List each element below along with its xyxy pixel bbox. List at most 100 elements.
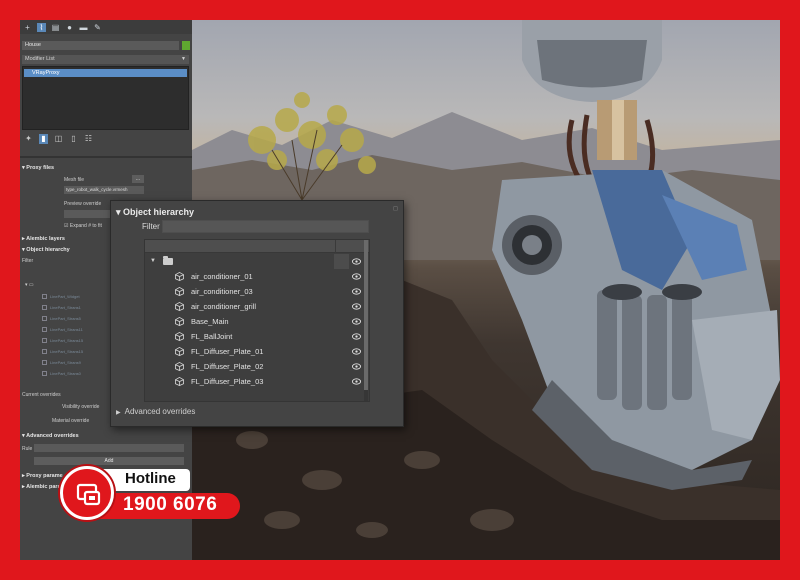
rollout-alembic-parameters[interactable]: ▸ Alembic para (22, 484, 61, 490)
mesh-file-label: Mesh file (64, 177, 85, 183)
stack-toolbar: ✦ ▮ ◫ ▯ ☷ (22, 132, 189, 146)
mesh-icon (175, 377, 184, 386)
mesh-icon (175, 332, 184, 341)
hierarchy-tree[interactable]: ▼ air_conditioner_01 air_conditioner_03 … (144, 239, 370, 402)
eye-icon[interactable] (352, 303, 361, 310)
mesh-icon (42, 360, 47, 366)
preview-override-label: Preview override (64, 201, 102, 207)
mesh-icon (175, 362, 184, 371)
filter-label: Filter (22, 258, 34, 264)
chevron-down-icon: ▼ (181, 56, 186, 62)
folder-icon (163, 256, 173, 265)
modifier-list-label: Modifier List (25, 56, 55, 62)
modify-curve-icon[interactable]: ⌇ (37, 22, 46, 32)
show-end-result-icon[interactable]: ▮ (39, 134, 48, 144)
tree-item-label: FL_Diffuser_Plate_01 (191, 347, 264, 356)
mesh-icon (42, 327, 47, 333)
rollout-proxy-files[interactable]: ▾ Proxy files (22, 165, 54, 171)
close-icon[interactable]: ◻ (393, 205, 398, 212)
ghost-list-item: LinePart_Strans1 (42, 305, 81, 311)
tree-item-label: air_conditioner_01 (191, 272, 253, 281)
eye-icon[interactable] (352, 348, 361, 355)
advanced-overrides-rollout[interactable]: ▶ Advanced overrides (116, 407, 195, 416)
visibility-column (334, 254, 349, 269)
mesh-icon (175, 347, 184, 356)
eye-icon[interactable] (352, 273, 361, 280)
ghost-list-item: LinePart_Strans15 (42, 338, 83, 344)
tree-item-label: air_conditioner_grill (191, 302, 257, 311)
object-color-swatch[interactable] (182, 41, 190, 50)
ghost-list-item: LinePart_Widget (42, 294, 80, 300)
object-name-field[interactable]: House (22, 41, 179, 50)
mesh-icon (42, 371, 47, 377)
eye-icon[interactable] (352, 318, 361, 325)
tree-item-label: FL_BallJoint (191, 332, 233, 341)
command-panel-toolbar: + ⌇ ▤ ● ▬ ✎ (20, 20, 192, 34)
mesh-icon (175, 302, 184, 311)
mesh-icon (42, 316, 47, 322)
mesh-icon (175, 272, 184, 281)
eye-icon[interactable] (352, 378, 361, 385)
eye-icon[interactable] (352, 258, 361, 265)
mesh-file-field[interactable]: type_robot_walk_cycle.vrmesh (64, 186, 144, 194)
modifier-list-dropdown[interactable]: Modifier List ▼ (22, 55, 189, 64)
tree-item-label: FL_Diffuser_Plate_02 (191, 362, 264, 371)
ghost-list-item: LinePart_Strans11 (42, 327, 83, 333)
mesh-icon (42, 305, 47, 311)
tree-item[interactable]: air_conditioner_01 (145, 269, 365, 284)
tree-item-label: Base_Main (191, 317, 229, 326)
rule-field[interactable] (34, 444, 184, 452)
tree-item[interactable]: FL_Diffuser_Plate_02 (145, 359, 365, 374)
panel-divider (20, 156, 192, 158)
eye-icon[interactable] (352, 288, 361, 295)
motion-icon[interactable]: ● (65, 23, 74, 32)
ghost-list-item: LinePart_Strans0 (42, 371, 81, 377)
configure-sets-icon[interactable]: ☷ (84, 134, 93, 144)
remove-modifier-icon[interactable]: ▯ (69, 134, 78, 144)
utilities-wrench-icon[interactable]: ✎ (93, 23, 102, 32)
rollout-object-hierarchy[interactable]: ▾ Object hierarchy (22, 247, 70, 253)
rollout-alembic-layers[interactable]: ▸ Alembic layers (22, 236, 65, 242)
tree-root-row[interactable]: ▼ (145, 254, 365, 269)
stack-item-vrayproxy[interactable]: VRayProxy (24, 69, 187, 77)
ghost-expander: ▾ ▭ (25, 282, 34, 288)
pin-stack-icon[interactable]: ✦ (24, 134, 33, 144)
eye-icon[interactable] (352, 363, 361, 370)
tree-item[interactable]: air_conditioner_grill (145, 299, 365, 314)
mesh-icon (42, 338, 47, 344)
object-hierarchy-dialog: ▾ Object hierarchy ◻ Filter ▼ air_condit… (110, 200, 404, 427)
ghost-list-item: LinePart_Strans9 (42, 360, 81, 366)
tree-item[interactable]: FL_Diffuser_Plate_03 (145, 374, 365, 389)
eye-icon[interactable] (352, 333, 361, 340)
hotline-logo-circle (60, 466, 114, 520)
scrollbar-thumb[interactable] (364, 240, 368, 390)
visibility-override-label: Visibility override (62, 404, 100, 410)
make-unique-icon[interactable]: ◫ (54, 134, 63, 144)
rollout-advanced-overrides[interactable]: ▾ Advanced overrides (22, 433, 79, 439)
hotline-number[interactable]: 1900 6076 (123, 494, 217, 516)
tree-item[interactable]: FL_Diffuser_Plate_01 (145, 344, 365, 359)
filter-input[interactable] (162, 220, 369, 233)
mesh-icon (175, 317, 184, 326)
filter-label: Filter (142, 222, 160, 231)
tree-item[interactable]: Base_Main (145, 314, 365, 329)
current-overrides-label: Current overrides (22, 392, 61, 398)
hotline-badge: Hotline 1900 6076 (60, 463, 240, 523)
mesh-icon (175, 287, 184, 296)
tree-item-label: air_conditioner_03 (191, 287, 253, 296)
tree-scrollbar[interactable] (364, 240, 368, 401)
hierarchy-icon[interactable]: ▤ (51, 23, 60, 32)
hotline-title: Hotline (125, 470, 176, 487)
create-plus-icon[interactable]: + (23, 23, 32, 32)
modifier-stack: VRayProxy (22, 66, 189, 130)
tree-item[interactable]: air_conditioner_03 (145, 284, 365, 299)
rollout-proxy-parameters[interactable]: ▸ Proxy parame (22, 473, 63, 479)
ghost-list-item: LinePart_Strans15 (42, 349, 83, 355)
display-icon[interactable]: ▬ (79, 23, 88, 32)
tree-item[interactable]: FL_BallJoint (145, 329, 365, 344)
mesh-icon (42, 294, 47, 300)
expand-arrow-icon[interactable]: ▼ (150, 254, 156, 269)
preview-override-field[interactable] (64, 210, 112, 218)
expand-checkbox[interactable]: ☑ Expand # to fit (64, 223, 102, 229)
browse-button[interactable]: ... (132, 175, 144, 183)
